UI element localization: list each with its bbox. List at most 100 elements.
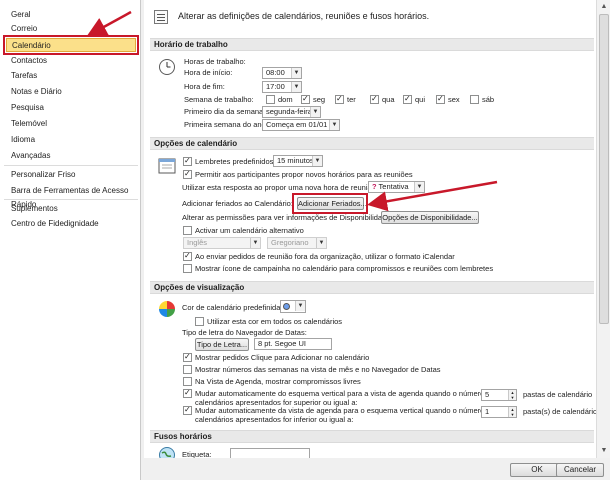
scroll-up-icon[interactable]: ▲ xyxy=(599,2,609,12)
day-checkbox-ter[interactable] xyxy=(335,94,344,104)
date-navigator-font-label: Tipo de letra do Navegador de Datas: xyxy=(182,328,307,337)
day-checkbox-qui[interactable] xyxy=(403,94,412,104)
question-mark-icon: ? xyxy=(372,182,377,191)
start-time-select[interactable]: 08:00 ▼ xyxy=(262,67,302,79)
calendar-icon xyxy=(158,158,176,174)
nav-item-language[interactable]: Idioma xyxy=(4,133,138,147)
chevron-down-icon: ▼ xyxy=(250,238,260,248)
day-checkbox-sex[interactable] xyxy=(436,94,445,104)
nav-item-search[interactable]: Pesquisa xyxy=(4,101,138,115)
icalendar-label: Ao enviar pedidos de reunião fora da org… xyxy=(195,252,455,261)
first-week-label: Primeira semana do ano: xyxy=(184,120,268,129)
chevron-down-icon: ▼ xyxy=(312,156,322,166)
switch-to-vertical-checkbox[interactable] xyxy=(183,405,192,415)
switch-to-schedule-value: 5 xyxy=(485,390,490,399)
day-label-dom: dom xyxy=(278,95,293,104)
nav-item-trust-center[interactable]: Centro de Fidedignidade xyxy=(4,217,138,231)
alt-calendar-label: Activar um calendário alternativo xyxy=(195,226,304,235)
calendar-settings-icon xyxy=(154,10,168,24)
calendar-options-panel: Alterar as definições de calendários, re… xyxy=(144,0,596,458)
holidays-label: Adicionar feriados ao Calendário: xyxy=(182,199,293,208)
chevron-down-icon: ▼ xyxy=(329,120,339,130)
day-checkbox-seg[interactable] xyxy=(301,94,310,104)
cancel-button[interactable]: Cancelar xyxy=(556,463,604,477)
annotation-highlight-box xyxy=(292,193,368,214)
nav-item-add-ins[interactable]: Suplementos xyxy=(4,202,138,216)
spinner-arrows-icon[interactable]: ▲ ▼ xyxy=(508,407,516,417)
nav-item-customize-ribbon[interactable]: Personalizar Friso xyxy=(4,168,138,182)
bell-icon-checkbox[interactable] xyxy=(183,264,192,273)
response-select[interactable]: ? Tentativa ▼ xyxy=(368,181,425,193)
section-work-hours: Horário de trabalho xyxy=(150,38,594,51)
section-calendar-options: Opções de calendário xyxy=(150,137,594,150)
chevron-down-icon: ▼ xyxy=(414,182,424,192)
vertical-scrollbar[interactable]: ▲ ▼ xyxy=(596,0,610,458)
icalendar-checkbox[interactable] xyxy=(183,251,192,261)
all-calendars-color-checkbox[interactable] xyxy=(195,317,204,326)
nav-item-quick-access-toolbar[interactable]: Barra de Ferramentas de Acesso Rápido xyxy=(4,184,138,209)
reminders-value: 15 minutos xyxy=(277,156,314,165)
nav-item-notes-journal[interactable]: Notas e Diário xyxy=(4,85,138,99)
first-week-select[interactable]: Começa em 01/01 ▼ xyxy=(262,119,340,131)
chevron-down-icon: ▼ xyxy=(316,238,326,248)
nav-item-calendar[interactable]: Calendário xyxy=(3,35,139,55)
alt-language-select[interactable]: Inglês ▼ xyxy=(183,237,261,249)
availability-label: Alterar as permissões para ver informaçõ… xyxy=(182,213,393,222)
section-display-options: Opções de visualização xyxy=(150,281,594,294)
switch-to-vertical-unit: pasta(s) de calendário xyxy=(523,407,596,416)
day-checkbox-dom[interactable] xyxy=(266,95,275,104)
day-label-sex: sex xyxy=(448,95,460,104)
response-value: Tentativa xyxy=(378,182,409,191)
switch-to-schedule-stepper[interactable]: 5 ▲ ▼ xyxy=(481,389,517,401)
chevron-down-icon: ▼ xyxy=(295,301,305,311)
reminders-select[interactable]: 15 minutos ▼ xyxy=(273,155,323,167)
first-day-label: Primeiro dia da semana: xyxy=(184,107,266,116)
scroll-down-icon[interactable]: ▼ xyxy=(599,446,609,456)
reminders-checkbox[interactable] xyxy=(183,156,192,166)
switch-to-vertical-stepper[interactable]: 1 ▲ ▼ xyxy=(481,406,517,418)
start-time-value: 08:00 xyxy=(266,68,285,77)
day-label-qua: qua xyxy=(382,95,395,104)
time-zone-label-label: Etiqueta: xyxy=(182,450,212,458)
bell-icon-label: Mostrar ícone de campainha no calendário… xyxy=(195,264,494,273)
nav-item-advanced[interactable]: Avançadas xyxy=(4,149,138,163)
nav-item-contacts[interactable]: Contactos xyxy=(4,54,138,68)
alt-type-select[interactable]: Gregoriano ▼ xyxy=(267,237,327,249)
day-checkbox-qua[interactable] xyxy=(370,94,379,104)
spinner-arrows-icon[interactable]: ▲ ▼ xyxy=(508,390,516,400)
page-title: Alterar as definições de calendários, re… xyxy=(178,11,430,21)
time-zone-label-input[interactable] xyxy=(230,448,310,458)
switch-to-schedule-checkbox[interactable] xyxy=(183,388,192,398)
response-label: Utilizar esta resposta ao propor uma nov… xyxy=(182,183,378,192)
day-label-sáb: sáb xyxy=(482,95,495,104)
allow-propose-checkbox[interactable] xyxy=(183,169,192,179)
color-wheel-icon xyxy=(159,301,175,317)
day-label-qui: qui xyxy=(415,95,426,104)
globe-icon xyxy=(159,447,175,458)
alt-language-value: Inglês xyxy=(187,238,208,247)
panel-header: Alterar as definições de calendários, re… xyxy=(154,8,590,30)
availability-options-button[interactable]: Opções de Disponibilidade... xyxy=(381,211,479,224)
font-button[interactable]: Tipo de Letra... xyxy=(195,338,249,351)
scrollbar-thumb[interactable] xyxy=(599,14,609,324)
day-checkbox-sáb[interactable] xyxy=(470,95,479,104)
options-sidebar: Geral Correio Calendário Contactos Taref… xyxy=(0,0,141,480)
end-time-select[interactable]: 17:00 ▼ xyxy=(262,81,302,93)
clock-icon xyxy=(159,59,175,75)
click-to-add-checkbox[interactable] xyxy=(183,352,192,362)
default-color-picker[interactable]: ▼ xyxy=(280,300,306,313)
alt-calendar-checkbox[interactable] xyxy=(183,226,192,235)
color-swatch xyxy=(283,303,290,310)
nav-item-mobile[interactable]: Telemóvel xyxy=(4,117,138,131)
nav-divider xyxy=(4,165,138,166)
all-calendars-color-label: Utilizar esta cor em todos os calendário… xyxy=(207,317,343,326)
first-day-select[interactable]: segunda-feira ▼ xyxy=(262,106,321,118)
end-time-label: Hora de fim: xyxy=(184,82,225,91)
free-appointments-checkbox[interactable] xyxy=(183,377,192,386)
reminders-label: Lembretes predefinidos: xyxy=(195,157,276,166)
week-numbers-checkbox[interactable] xyxy=(183,365,192,374)
nav-item-mail[interactable]: Correio xyxy=(4,22,138,36)
nav-item-tasks[interactable]: Tarefas xyxy=(4,69,138,83)
nav-item-general[interactable]: Geral xyxy=(4,8,138,22)
section-time-zones: Fusos horários xyxy=(150,430,594,443)
